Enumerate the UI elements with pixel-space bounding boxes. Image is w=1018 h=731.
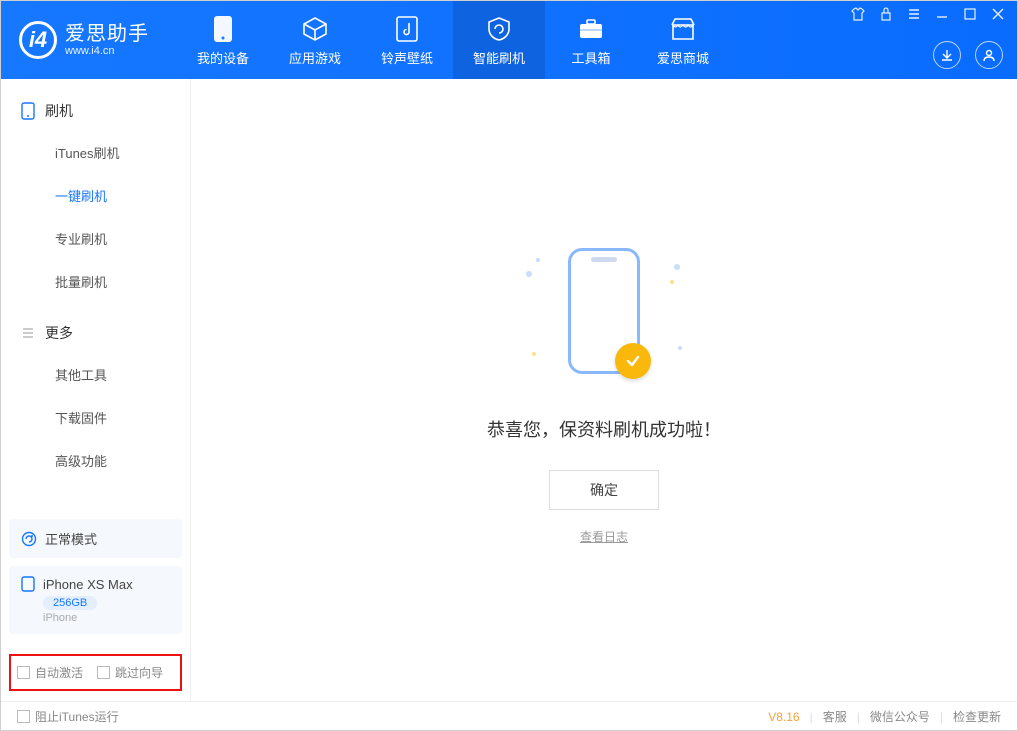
checkbox-auto-activate[interactable]: 自动激活 (17, 664, 83, 681)
mode-card[interactable]: 正常模式 (9, 519, 182, 558)
refresh-icon (21, 531, 37, 547)
sidebar-group-more: 更多 (1, 313, 190, 353)
app-title: 爱思助手 (65, 23, 149, 45)
status-bar: 阻止iTunes运行 V8.16 | 客服 | 微信公众号 | 检查更新 (1, 701, 1017, 731)
sidebar-item-download-firmware[interactable]: 下载固件 (1, 396, 190, 439)
view-log-link[interactable]: 查看日志 (580, 528, 628, 545)
footer-link-wechat[interactable]: 微信公众号 (870, 708, 930, 725)
checkbox-skip-guide[interactable]: 跳过向导 (97, 664, 163, 681)
store-icon (668, 14, 698, 44)
sidebar-item-other-tools[interactable]: 其他工具 (1, 353, 190, 396)
device-icon (21, 102, 35, 120)
sidebar-item-oneclick-flash[interactable]: 一键刷机 (1, 174, 190, 217)
nav-my-device[interactable]: 我的设备 (177, 1, 269, 79)
logo-icon: i4 (19, 21, 57, 59)
minimize-icon[interactable] (935, 7, 949, 21)
device-name: iPhone XS Max (43, 577, 133, 592)
shield-refresh-icon (484, 14, 514, 44)
download-button[interactable] (933, 41, 961, 69)
success-message: 恭喜您，保资料刷机成功啦！ (487, 416, 721, 442)
app-subtitle: www.i4.cn (65, 45, 149, 57)
sidebar-item-advanced[interactable]: 高级功能 (1, 439, 190, 482)
version-label: V8.16 (768, 710, 799, 724)
cube-icon (300, 14, 330, 44)
footer-link-update[interactable]: 检查更新 (953, 708, 1001, 725)
sidebar: 刷机 iTunes刷机 一键刷机 专业刷机 批量刷机 更多 其他工具 下载固件 … (1, 79, 191, 701)
checkbox-block-itunes[interactable]: 阻止iTunes运行 (17, 708, 119, 725)
app-header: i4 爱思助手 www.i4.cn 我的设备 应用游戏 铃声壁纸 智能刷机 工具… (1, 1, 1017, 79)
music-file-icon (392, 14, 422, 44)
nav-smart-flash[interactable]: 智能刷机 (453, 1, 545, 79)
sidebar-item-pro-flash[interactable]: 专业刷机 (1, 217, 190, 260)
close-icon[interactable] (991, 7, 1005, 21)
briefcase-icon (576, 14, 606, 44)
ok-button[interactable]: 确定 (549, 470, 659, 510)
lock-icon[interactable] (879, 7, 893, 21)
nav-ringtone-wallpaper[interactable]: 铃声壁纸 (361, 1, 453, 79)
phone-small-icon (21, 576, 35, 592)
device-storage: 256GB (43, 596, 97, 610)
nav-store[interactable]: 爱思商城 (637, 1, 729, 79)
list-icon (21, 326, 35, 340)
phone-icon (208, 14, 238, 44)
sidebar-group-flash: 刷机 (1, 91, 190, 131)
main-content: 恭喜您，保资料刷机成功啦！ 确定 查看日志 (191, 79, 1017, 701)
success-illustration (524, 236, 684, 386)
window-controls (851, 7, 1005, 21)
check-badge-icon (615, 343, 651, 379)
main-nav: 我的设备 应用游戏 铃声壁纸 智能刷机 工具箱 爱思商城 (177, 1, 729, 79)
phone-illustration (568, 248, 640, 374)
app-logo: i4 爱思助手 www.i4.cn (1, 21, 167, 59)
user-button[interactable] (975, 41, 1003, 69)
device-card[interactable]: iPhone XS Max 256GB iPhone (9, 566, 182, 634)
options-highlight: 自动激活 跳过向导 (9, 654, 182, 691)
nav-toolbox[interactable]: 工具箱 (545, 1, 637, 79)
menu-icon[interactable] (907, 7, 921, 21)
tshirt-icon[interactable] (851, 7, 865, 21)
maximize-icon[interactable] (963, 7, 977, 21)
footer-link-support[interactable]: 客服 (823, 708, 847, 725)
nav-apps-games[interactable]: 应用游戏 (269, 1, 361, 79)
sidebar-item-batch-flash[interactable]: 批量刷机 (1, 260, 190, 303)
sidebar-item-itunes-flash[interactable]: iTunes刷机 (1, 131, 190, 174)
device-type: iPhone (43, 612, 170, 624)
